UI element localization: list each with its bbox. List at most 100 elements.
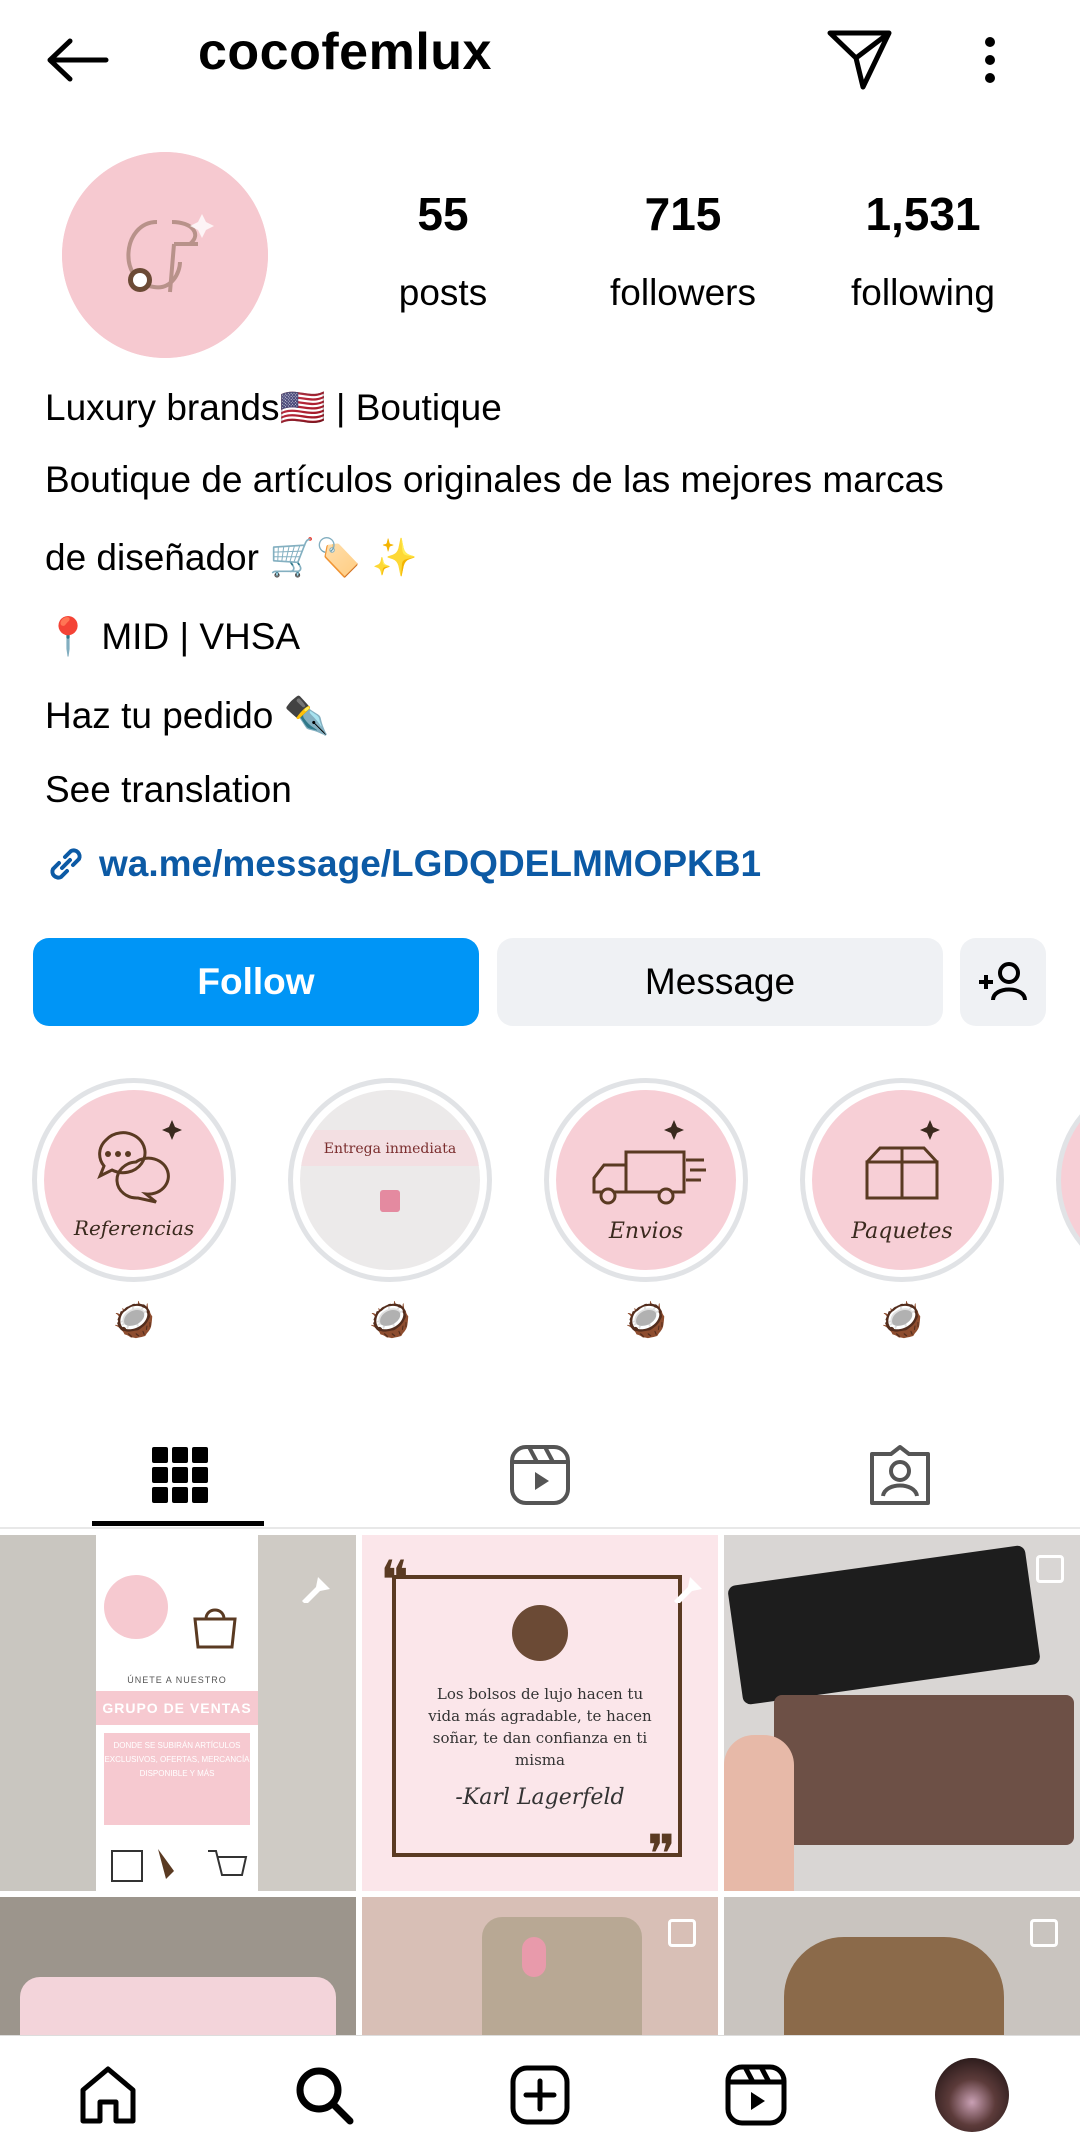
- profile-avatar[interactable]: [62, 152, 268, 358]
- tote-bag: [784, 1937, 1004, 2035]
- stat-value: 55: [417, 188, 469, 240]
- reels-icon: [510, 1445, 570, 1505]
- highlight-cover: Referencias: [44, 1090, 224, 1270]
- post-1-heading: GRUPO DE VENTAS: [96, 1691, 258, 1725]
- search-icon: [296, 2067, 354, 2125]
- multiple-posts-icon: [1036, 1555, 1064, 1583]
- shopping-icons: [111, 1849, 248, 1882]
- multiple-posts-icon: [668, 1919, 696, 1947]
- post-2-quote: Los bolsos de lujo hacen tu vida más agr…: [428, 1685, 652, 1769]
- multiple-posts-icon: [1030, 1919, 1058, 1947]
- back-button[interactable]: [38, 30, 118, 90]
- nav-reels[interactable]: [706, 2045, 806, 2145]
- highlight-label: 🥥: [624, 1301, 668, 1339]
- nav-create[interactable]: [490, 2045, 590, 2145]
- tab-posts-grid[interactable]: [0, 1425, 360, 1525]
- post-2-author: -Karl Lagerfeld: [455, 1785, 625, 1810]
- highlight-envios[interactable]: Envios: [544, 1078, 748, 1282]
- post-tile-1[interactable]: ÚNETE A NUESTRO GRUPO DE VENTAS DONDE SE…: [0, 1535, 356, 1891]
- bio-line-3: de diseñador 🛒🏷️ ✨: [45, 537, 418, 578]
- arrow-left-icon: [47, 38, 109, 82]
- bio-link[interactable]: wa.me/message/LGDQDELMMOPKB1: [45, 842, 761, 886]
- highlight-cover-text: Entrega inmediata: [324, 1141, 456, 1157]
- more-vertical-icon: [985, 37, 995, 83]
- profile-avatar: [935, 2058, 1009, 2132]
- highlight-cover: Paquetes: [812, 1090, 992, 1270]
- highlight-entrega-inmediata[interactable]: Entrega inmediata: [288, 1078, 492, 1282]
- pin-icon: [674, 1563, 702, 1603]
- pink-bag: [20, 1977, 336, 2035]
- active-tab-indicator: [92, 1521, 264, 1526]
- bio-line-5: Haz tu pedido ✒️: [45, 695, 330, 736]
- stat-value: 1,531: [865, 188, 981, 240]
- follow-button[interactable]: Follow: [33, 938, 479, 1026]
- bio-line-4: 📍 MID | VHSA: [45, 616, 301, 657]
- nav-search[interactable]: [274, 2045, 374, 2145]
- stat-label: posts: [398, 272, 488, 313]
- suggest-users-button[interactable]: [960, 938, 1046, 1026]
- stat-value: 715: [644, 188, 722, 240]
- post-1-title: ÚNETE A NUESTRO: [127, 1675, 227, 1685]
- tagged-icon: [870, 1445, 930, 1505]
- highlight-referencias[interactable]: Referencias: [32, 1078, 236, 1282]
- highlight-cover: Envios: [556, 1090, 736, 1270]
- stat-following[interactable]: 1,531 following: [813, 182, 1033, 318]
- bag-charm: [522, 1937, 546, 1977]
- post-1-body: DONDE SE SUBIRÁN ARTÍCULOS EXCLUSIVOS, O…: [104, 1733, 250, 1825]
- chat-bubbles-icon: Referencias: [73, 1120, 194, 1240]
- shopping-bag-icon: [380, 1190, 400, 1212]
- highlight-partial[interactable]: [1056, 1078, 1080, 1282]
- monogram-wallet: [774, 1695, 1074, 1845]
- stat-posts[interactable]: 55 posts: [333, 182, 553, 318]
- profile-username: cocofemlux: [198, 23, 492, 81]
- open-quote-icon: ❝: [380, 1549, 410, 1612]
- create-icon: [510, 2065, 570, 2125]
- highlight-paquetes[interactable]: Paquetes: [800, 1078, 1004, 1282]
- truck-icon: Envios: [592, 1120, 706, 1244]
- highlight-cover-text: Paquetes: [850, 1219, 952, 1244]
- bio-line-1: Luxury brands🇺🇸 | Boutique: [45, 387, 502, 428]
- black-wallet: [727, 1544, 1041, 1706]
- pin-icon: [302, 1563, 330, 1603]
- post-tile-5[interactable]: [362, 1897, 718, 2035]
- divider: [0, 1527, 1080, 1529]
- post-tile-3[interactable]: [724, 1535, 1080, 1891]
- link-icon: [50, 848, 82, 880]
- close-quote-icon: ❞: [647, 1823, 677, 1886]
- logo-icon: [62, 152, 268, 358]
- highlight-cover: Entrega inmediata: [300, 1090, 480, 1270]
- share-button[interactable]: [825, 25, 895, 95]
- highlight-label: 🥥: [880, 1301, 924, 1339]
- post-tile-2[interactable]: ❝ ❞ Los bolsos de lujo hacen tu vida más…: [362, 1535, 718, 1891]
- post-tile-4[interactable]: [0, 1897, 356, 2035]
- logo-icon: [512, 1605, 568, 1661]
- package-icon: Paquetes: [850, 1120, 953, 1244]
- nav-home[interactable]: [58, 2045, 158, 2145]
- top-bar: cocofemlux: [0, 0, 1080, 115]
- grid-icon: [152, 1447, 208, 1503]
- bio-line-2: Boutique de artículos originales de las …: [45, 459, 944, 500]
- stat-label: followers: [610, 272, 756, 313]
- more-options-button[interactable]: [965, 30, 1015, 90]
- post-image-strip: [0, 1535, 96, 1891]
- tab-tagged[interactable]: [720, 1425, 1080, 1525]
- highlight-label: 🥥: [112, 1301, 156, 1339]
- home-icon: [80, 2066, 136, 2124]
- highlight-cover-text: Referencias: [73, 1216, 194, 1240]
- hand: [724, 1735, 794, 1891]
- paper-plane-icon: [827, 30, 892, 90]
- see-translation-link[interactable]: See translation: [45, 768, 292, 812]
- stat-label: following: [851, 272, 995, 313]
- nav-profile[interactable]: [922, 2045, 1022, 2145]
- tab-reels[interactable]: [360, 1425, 720, 1525]
- highlight-label: 🥥: [368, 1301, 412, 1339]
- highlight-cover-text: Envios: [608, 1219, 683, 1244]
- add-user-icon: [979, 962, 1027, 1001]
- stat-followers[interactable]: 715 followers: [573, 182, 793, 318]
- logo-icon: [104, 1575, 168, 1639]
- message-button[interactable]: Message: [497, 938, 943, 1026]
- handbag-icon: [193, 1608, 237, 1649]
- bio-link-text: wa.me/message/LGDQDELMMOPKB1: [99, 843, 762, 884]
- reels-icon: [725, 2064, 787, 2126]
- post-tile-6[interactable]: [724, 1897, 1080, 2035]
